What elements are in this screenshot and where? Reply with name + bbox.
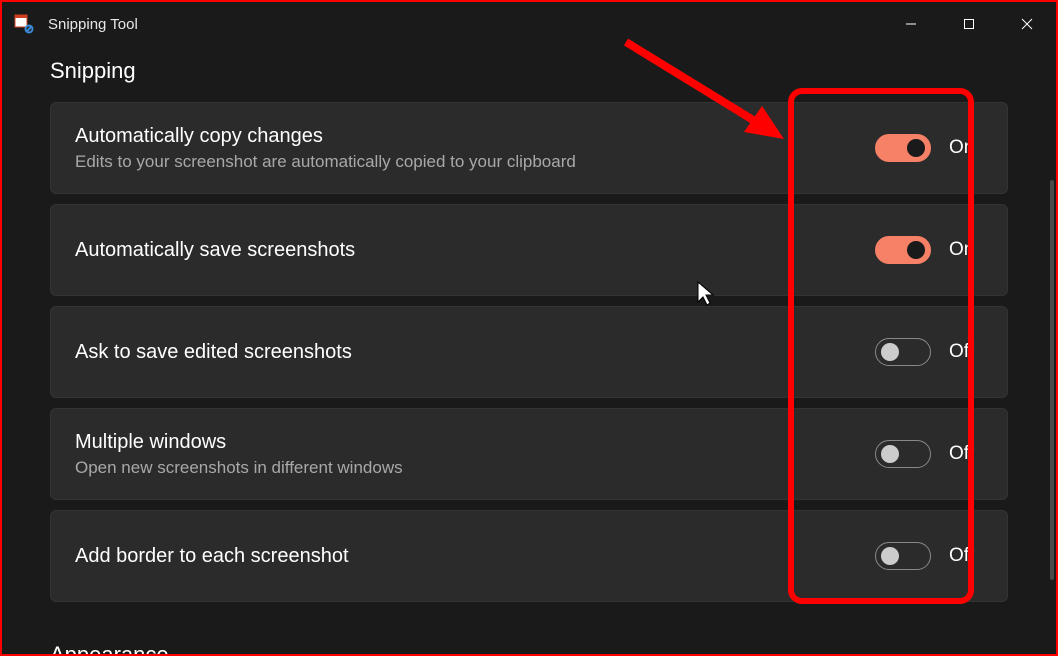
setting-ask-save[interactable]: Ask to save edited screenshots Off xyxy=(50,306,1008,398)
setting-text: Multiple windows Open new screenshots in… xyxy=(75,431,875,478)
setting-text: Ask to save edited screenshots xyxy=(75,341,875,364)
toggle-switch[interactable] xyxy=(875,338,931,366)
window-controls xyxy=(882,2,1056,46)
setting-description: Open new screenshots in different window… xyxy=(75,458,875,478)
toggle-wrap: Off xyxy=(875,440,983,468)
setting-title: Add border to each screenshot xyxy=(75,545,875,568)
toggle-knob xyxy=(881,343,899,361)
scrollbar[interactable] xyxy=(1050,180,1054,580)
section-header-snipping: Snipping xyxy=(50,58,1008,84)
toggle-state-label: On xyxy=(949,239,983,261)
toggle-state-label: Off xyxy=(949,545,983,567)
titlebar: Snipping Tool xyxy=(2,2,1056,46)
setting-title: Automatically save screenshots xyxy=(75,239,875,262)
setting-text: Add border to each screenshot xyxy=(75,545,875,568)
setting-title: Automatically copy changes xyxy=(75,125,875,148)
app-title: Snipping Tool xyxy=(48,16,138,33)
setting-auto-save[interactable]: Automatically save screenshots On xyxy=(50,204,1008,296)
setting-multiple-windows[interactable]: Multiple windows Open new screenshots in… xyxy=(50,408,1008,500)
setting-text: Automatically copy changes Edits to your… xyxy=(75,125,875,172)
toggle-switch[interactable] xyxy=(875,440,931,468)
toggle-knob xyxy=(907,139,925,157)
toggle-wrap: On xyxy=(875,236,983,264)
section-header-appearance: Appearance xyxy=(50,642,1008,654)
toggle-wrap: Off xyxy=(875,338,983,366)
setting-title: Ask to save edited screenshots xyxy=(75,341,875,364)
setting-description: Edits to your screenshot are automatical… xyxy=(75,152,875,172)
toggle-wrap: On xyxy=(875,134,983,162)
setting-add-border[interactable]: Add border to each screenshot Off xyxy=(50,510,1008,602)
toggle-switch[interactable] xyxy=(875,236,931,264)
toggle-wrap: Off xyxy=(875,542,983,570)
toggle-state-label: Off xyxy=(949,341,983,363)
setting-title: Multiple windows xyxy=(75,431,875,454)
toggle-knob xyxy=(907,241,925,259)
toggle-knob xyxy=(881,445,899,463)
toggle-switch[interactable] xyxy=(875,542,931,570)
settings-content: Snipping Automatically copy changes Edit… xyxy=(2,46,1056,654)
maximize-button[interactable] xyxy=(940,2,998,46)
minimize-button[interactable] xyxy=(882,2,940,46)
app-window: Snipping Tool Snipping Automatically cop… xyxy=(0,0,1058,656)
snipping-tool-icon xyxy=(14,14,34,34)
close-button[interactable] xyxy=(998,2,1056,46)
toggle-knob xyxy=(881,547,899,565)
toggle-state-label: On xyxy=(949,137,983,159)
toggle-state-label: Off xyxy=(949,443,983,465)
toggle-switch[interactable] xyxy=(875,134,931,162)
setting-auto-copy[interactable]: Automatically copy changes Edits to your… xyxy=(50,102,1008,194)
setting-text: Automatically save screenshots xyxy=(75,239,875,262)
